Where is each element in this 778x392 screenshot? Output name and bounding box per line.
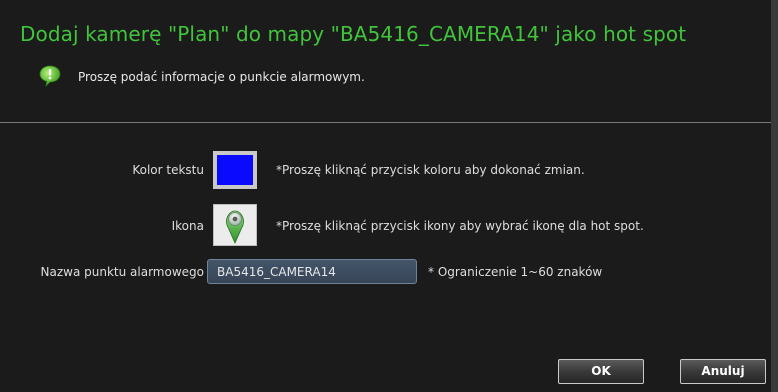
- text-color-hint: *Proszę kliknąć przycisk koloru aby doko…: [276, 163, 585, 177]
- dialog-title: Dodaj kamerę "Plan" do mapy "BA5416_CAME…: [20, 22, 687, 46]
- alarm-name-hint: * Ograniczenie 1~60 znaków: [428, 265, 603, 279]
- text-color-label: Kolor tekstu: [132, 163, 204, 177]
- color-swatch-fill: [217, 155, 253, 185]
- icon-label: Ikona: [171, 219, 204, 233]
- ok-button[interactable]: OK: [558, 359, 644, 384]
- icon-hint: *Proszę kliknąć przycisk ikony aby wybra…: [276, 219, 644, 233]
- divider: [0, 122, 771, 123]
- scrollbar[interactable]: [771, 0, 778, 392]
- info-text: Proszę podać informacje o punkcie alarmo…: [78, 70, 365, 84]
- alarm-name-label: Nazwa punktu alarmowego: [40, 265, 204, 279]
- cancel-button[interactable]: Anuluj: [680, 359, 766, 384]
- hot-spot-dialog: Dodaj kamerę "Plan" do mapy "BA5416_CAME…: [0, 0, 778, 392]
- map-pin-icon: [214, 210, 256, 249]
- alarm-name-input[interactable]: [207, 259, 417, 284]
- info-bubble-icon: [38, 64, 62, 88]
- icon-select-button[interactable]: [213, 204, 257, 246]
- text-color-button[interactable]: [213, 151, 257, 189]
